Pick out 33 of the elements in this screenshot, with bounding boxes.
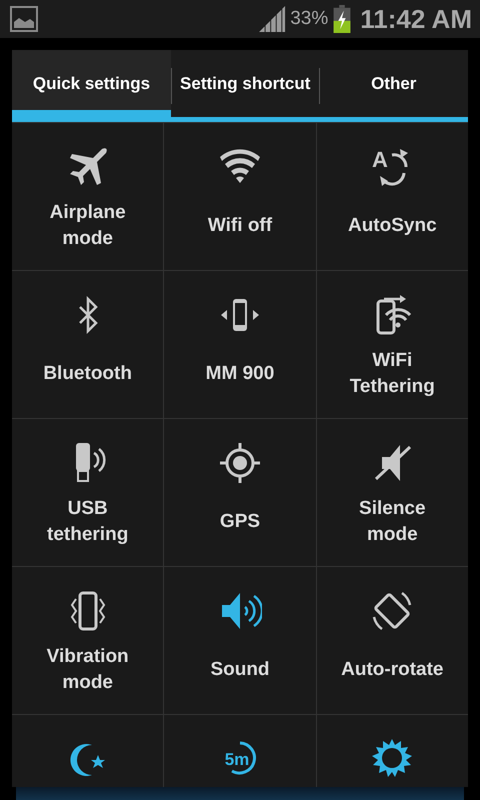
battery-percentage: 33% — [290, 8, 328, 30]
toggle-tile[interactable]: A AutoSync — [316, 123, 468, 270]
tile-label: MM 900 — [204, 362, 276, 386]
toggle-tile[interactable]: Auto-rotate — [316, 567, 468, 714]
tile-label: AutoSync — [346, 214, 438, 238]
tile-label: Bluetooth — [42, 362, 133, 386]
toggle-tile[interactable]: USB tethering — [12, 419, 164, 566]
toggle-tile[interactable]: Silence mode — [316, 419, 468, 566]
toggle-tile[interactable]: Bluetooth — [12, 271, 164, 418]
tile-label: Sound — [209, 658, 271, 682]
clock: 11:42 AM — [360, 4, 472, 34]
toggle-tile[interactable]: MM 900 — [164, 271, 316, 418]
signal-icon — [259, 6, 288, 32]
toggle-tile[interactable]: Wifi off — [164, 123, 316, 270]
toggle-tile[interactable]: Airplane mode — [12, 123, 164, 270]
picture-notification-icon — [10, 6, 38, 32]
tile-label: WiFi Tethering — [348, 348, 436, 398]
toggle-tile[interactable]: GPS — [164, 419, 316, 566]
tile-label: Airplane mode — [48, 200, 127, 250]
toggle-tile[interactable]: 5m — [164, 715, 316, 787]
tile-label: GPS — [218, 510, 262, 534]
timer-label: 5m — [224, 750, 250, 769]
tile-label: Auto-rotate — [340, 658, 445, 682]
tile-label: Wifi off — [206, 214, 274, 238]
letter-mark: A — [372, 147, 388, 172]
toggle-tile[interactable]: Vibration mode — [12, 567, 164, 714]
tile-label: Vibration mode — [46, 644, 130, 694]
tab[interactable]: Quick settings — [12, 50, 171, 122]
battery-charging-icon — [333, 5, 352, 33]
toggle-tile[interactable]: Sound — [164, 567, 316, 714]
tile-label: USB tethering — [46, 496, 130, 546]
tile-label: Silence mode — [358, 496, 427, 546]
toggle-tile[interactable]: WiFi Tethering — [316, 271, 468, 418]
